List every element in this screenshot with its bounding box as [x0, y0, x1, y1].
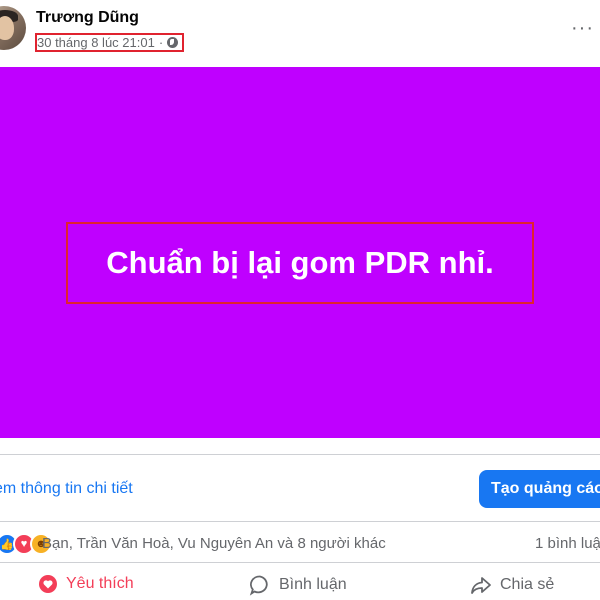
- author-name[interactable]: Trương Dũng: [36, 9, 139, 27]
- share-label: Chia sẻ: [500, 576, 555, 593]
- meta-separator: ·: [158, 35, 164, 50]
- divider: [0, 521, 600, 522]
- create-ad-label: Tạo quảng cáo: [491, 480, 600, 497]
- create-ad-button[interactable]: Tạo quảng cáo: [479, 470, 600, 508]
- comment-icon: [249, 575, 268, 596]
- comment-count[interactable]: 1 bình luận: [535, 535, 600, 552]
- share-button[interactable]: Chia sẻ: [470, 574, 554, 596]
- post-timestamp[interactable]: 30 tháng 8 lúc 21:01 ·: [35, 33, 185, 52]
- banner-text-box: Chuẩn bị lại gom PDR nhỉ.: [66, 222, 534, 304]
- divider: [0, 454, 600, 455]
- banner-text: Chuẩn bị lại gom PDR nhỉ.: [106, 245, 494, 280]
- reaction-names[interactable]: Bạn, Trần Văn Hoà, Vu Nguyên An và 8 ngư…: [42, 535, 386, 552]
- post-date[interactable]: 30 tháng 8 lúc 21:01: [37, 35, 155, 50]
- globe-icon[interactable]: [167, 37, 179, 48]
- heart-icon: [39, 575, 57, 593]
- view-details-link[interactable]: em thông tin chi tiết: [0, 480, 133, 498]
- comment-label: Bình luận: [279, 576, 347, 593]
- divider: [0, 562, 600, 563]
- more-options-button[interactable]: ···: [571, 17, 594, 40]
- like-button[interactable]: Yêu thích: [38, 574, 134, 594]
- share-icon: [471, 577, 491, 594]
- avatar-face: [0, 16, 14, 40]
- author-avatar[interactable]: [0, 6, 26, 50]
- comment-button[interactable]: Bình luận: [249, 574, 347, 596]
- like-label: Yêu thích: [66, 575, 134, 592]
- reaction-icons[interactable]: 👍 ♥ ☻: [0, 533, 52, 555]
